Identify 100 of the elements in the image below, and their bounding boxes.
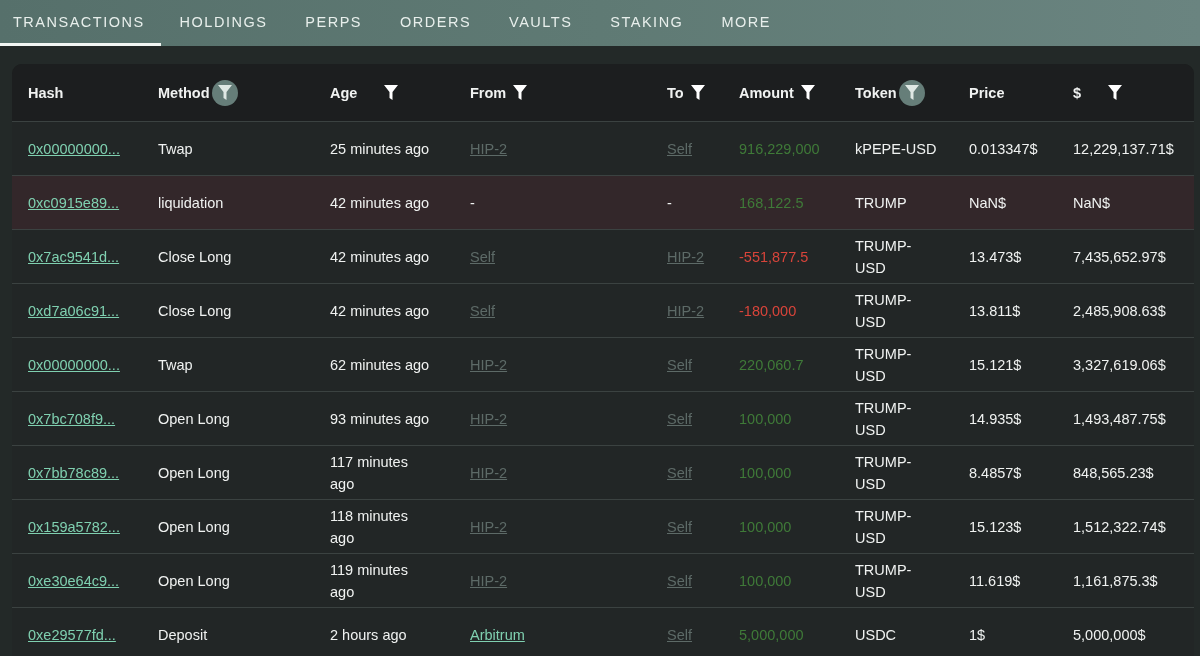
table-cell: 8.4857$	[969, 464, 1022, 481]
table-cell-text: TRUMP-USD	[855, 398, 913, 440]
tab[interactable]: HOLDINGS	[166, 0, 287, 46]
address-link[interactable]: HIP-2	[667, 302, 705, 319]
table-cell: 2,485,908.63$	[1073, 302, 1166, 319]
table-cell: 5,000,000	[739, 626, 804, 643]
table-cell: -551,877.5	[739, 248, 809, 265]
column-header[interactable]: Amount	[739, 84, 794, 101]
filter-icon[interactable]	[898, 79, 925, 106]
tab[interactable]: MORE	[708, 0, 790, 46]
address-link[interactable]: HIP-2	[667, 248, 705, 265]
table-cell: 0.013347$	[969, 140, 1038, 157]
column-header[interactable]: $	[1073, 84, 1082, 101]
hash-link[interactable]: 0x7bb78c89...	[28, 464, 120, 481]
table-cell: 100,000	[739, 518, 792, 535]
hash-link[interactable]: 0xd7a06c91...	[28, 302, 120, 319]
filter-icon[interactable]	[211, 79, 238, 106]
table-cell: 15.121$	[969, 356, 1022, 373]
tab[interactable]: VAULTS	[496, 0, 592, 46]
column-header[interactable]: To	[667, 84, 684, 101]
table-cell: 15.123$	[969, 518, 1022, 535]
table-cell: 13.811$	[969, 302, 1021, 319]
table-cell-text: 118 minutes ago	[330, 506, 409, 548]
address-link[interactable]: HIP-2	[470, 410, 508, 427]
table-cell-text: 42 minutes ago	[330, 193, 430, 213]
hash-link[interactable]: 0xc0915e89...	[28, 194, 120, 211]
tab[interactable]: STAKING	[597, 0, 703, 46]
address-link[interactable]: Self	[470, 302, 495, 319]
table-cell-text: 25 minutes ago	[330, 139, 430, 159]
column-header[interactable]: Price	[969, 84, 1005, 101]
table-cell: 168,122.5	[739, 194, 804, 211]
address-link[interactable]: HIP-2	[470, 464, 508, 481]
table-cell: 100,000	[739, 410, 792, 427]
table-cell-text: 119 minutes ago	[330, 560, 409, 602]
table-cell: liquidation	[158, 194, 224, 211]
table-cell: -	[667, 194, 672, 211]
address-link[interactable]: Arbitrum	[470, 626, 525, 643]
hash-link[interactable]: 0x7ac9541d...	[28, 248, 120, 265]
tab[interactable]: TRANSACTIONS	[0, 0, 161, 46]
address-link[interactable]: HIP-2	[470, 356, 508, 373]
address-link[interactable]: Self	[667, 518, 692, 535]
table-cell: Open Long	[158, 518, 230, 535]
address-link[interactable]: Self	[667, 572, 692, 589]
address-link[interactable]: HIP-2	[470, 518, 508, 535]
table-cell-text: TRUMP-USD	[855, 560, 913, 602]
hash-link[interactable]: 0xe30e64c9...	[28, 572, 120, 589]
table-cell: Close Long	[158, 248, 232, 265]
table-cell-text: kPEPE-USD	[855, 139, 938, 159]
table-cell-text: 2 hours ago	[330, 625, 408, 645]
tab[interactable]: PERPS	[292, 0, 381, 46]
hash-link[interactable]: 0x00000000...	[28, 356, 120, 373]
hash-link[interactable]: 0x159a5782...	[28, 518, 120, 535]
column-header[interactable]: Token	[855, 84, 897, 101]
table-cell: -180,000	[739, 302, 797, 319]
table-cell-text: TRUMP	[855, 193, 908, 213]
table-cell: NaN$	[1073, 194, 1111, 211]
table-cell: 848,565.23$	[1073, 464, 1154, 481]
address-link[interactable]: Self	[667, 410, 692, 427]
column-header[interactable]: Hash	[28, 84, 64, 101]
table-cell: Open Long	[158, 464, 230, 481]
table-cell: Close Long	[158, 302, 232, 319]
table-cell: 1,493,487.75$	[1073, 410, 1166, 427]
hash-link[interactable]: 0xe29577fd...	[28, 626, 116, 643]
table-cell: 220,060.7	[739, 356, 804, 373]
table-cell: 1,512,322.74$	[1073, 518, 1166, 535]
table-cell: Open Long	[158, 410, 230, 427]
table-cell-text: TRUMP-USD	[855, 236, 913, 278]
table-cell: 1,161,875.3$	[1073, 572, 1158, 589]
table-cell: 7,435,652.97$	[1073, 248, 1166, 265]
address-link[interactable]: HIP-2	[470, 140, 508, 157]
column-header[interactable]: Method	[158, 84, 210, 101]
hash-link[interactable]: 0x00000000...	[28, 140, 120, 157]
table-cell: -	[470, 194, 475, 211]
table-cell-text: TRUMP-USD	[855, 290, 913, 332]
table-cell-text: 42 minutes ago	[330, 301, 430, 321]
table-cell: 5,000,000$	[1073, 626, 1146, 643]
table-cell: Twap	[158, 140, 193, 157]
table-cell: 11.619$	[969, 572, 1021, 589]
table-cell: Deposit	[158, 626, 208, 643]
column-header[interactable]: Age	[330, 84, 358, 101]
address-link[interactable]: Self	[667, 140, 692, 157]
hash-link[interactable]: 0x7bc708f9...	[28, 410, 116, 427]
column-header[interactable]: From	[470, 84, 507, 101]
table-cell-text: TRUMP-USD	[855, 506, 913, 548]
address-link[interactable]: Self	[667, 626, 692, 643]
table-cell: 100,000	[739, 572, 792, 589]
address-link[interactable]: HIP-2	[470, 572, 508, 589]
table-cell-text: TRUMP-USD	[855, 452, 913, 494]
tab[interactable]: ORDERS	[387, 0, 491, 46]
address-link[interactable]: Self	[667, 464, 692, 481]
table-cell: 100,000	[739, 464, 792, 481]
address-link[interactable]: Self	[667, 356, 692, 373]
table-cell: 12,229,137.71$	[1073, 140, 1174, 157]
table-cell: 14.935$	[969, 410, 1022, 427]
table-cell-text: 117 minutes ago	[330, 452, 409, 494]
table-cell: 13.473$	[969, 248, 1022, 265]
address-link[interactable]: Self	[470, 248, 495, 265]
table-cell: 916,229,000	[739, 140, 820, 157]
table-cell-text: 93 minutes ago	[330, 409, 430, 429]
table-cell-text: USDC	[855, 625, 898, 645]
